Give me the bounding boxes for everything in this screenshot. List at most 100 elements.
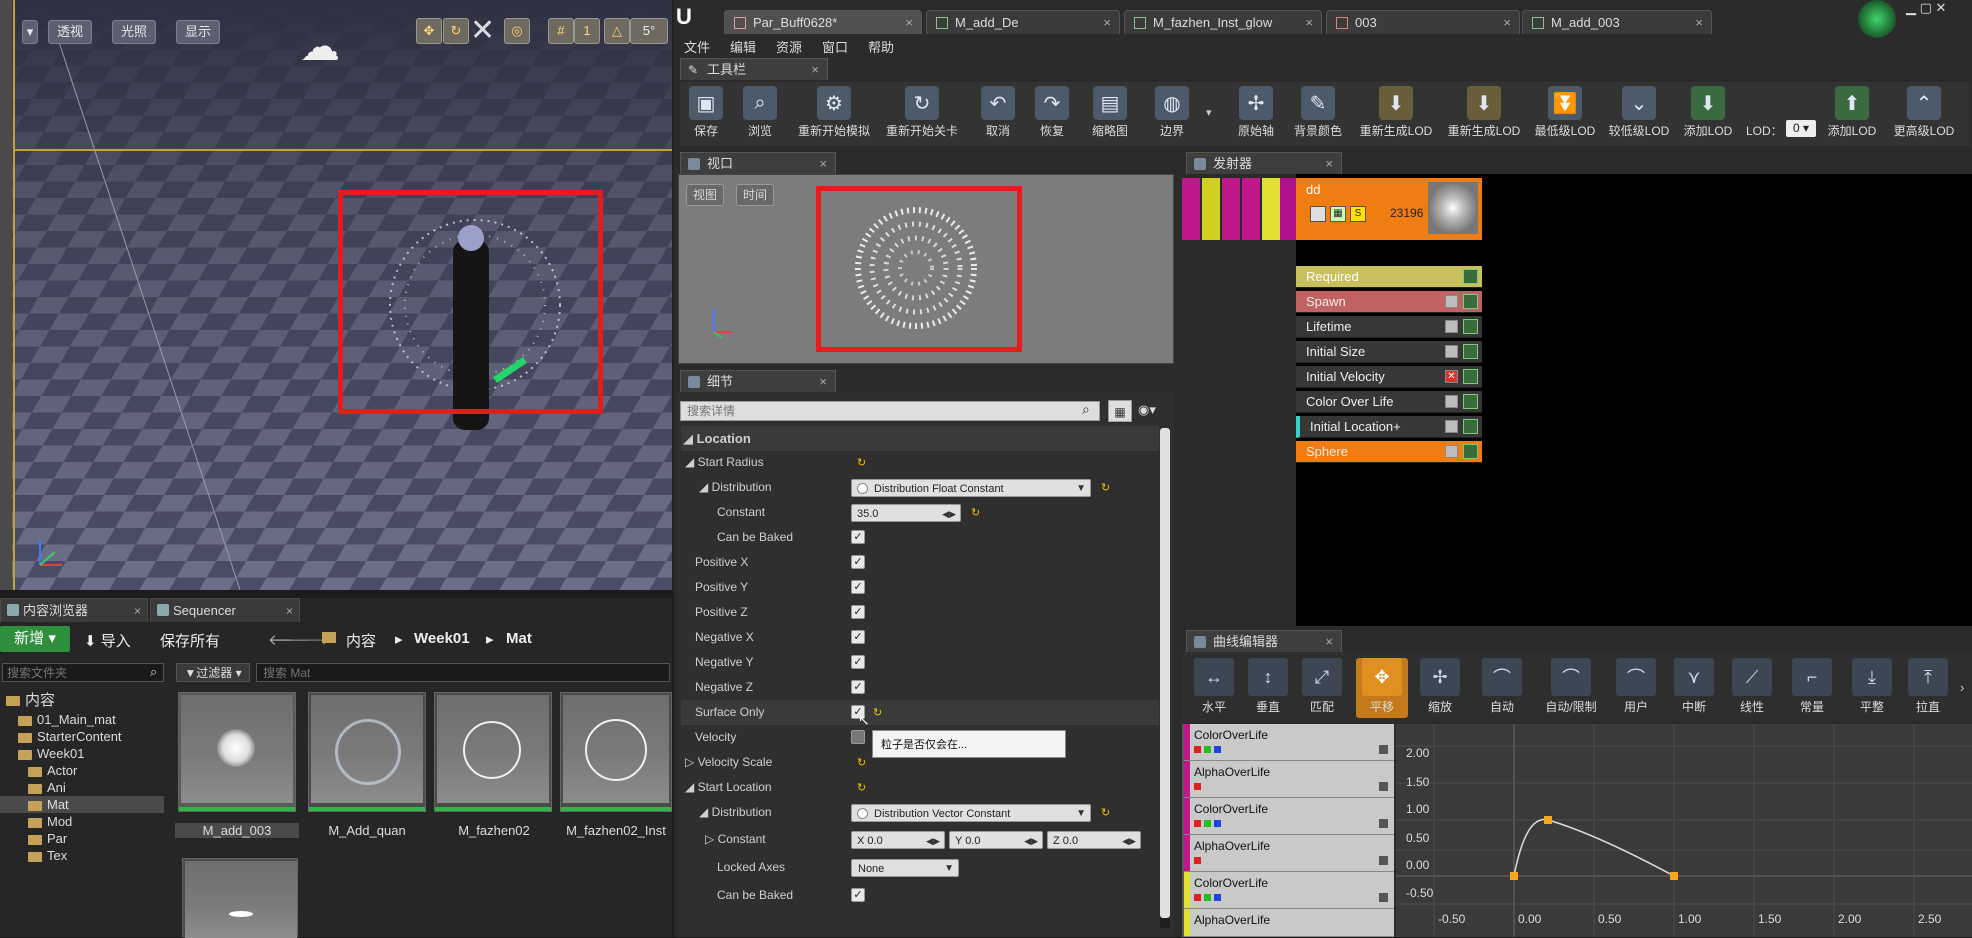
thumbnail-button[interactable]: ▤ 缩略图: [1086, 86, 1134, 144]
folder-mod[interactable]: Mod: [28, 813, 72, 830]
asset-tile[interactable]: [434, 692, 552, 812]
tab-emitters[interactable]: 发射器 ×: [1186, 152, 1342, 174]
higher-lod-button[interactable]: ⌃ 更高级LOD: [1888, 86, 1960, 144]
curve-item-alpha-over-life[interactable]: AlphaOverLife: [1184, 835, 1394, 872]
tab-toolbar[interactable]: ✎ 工具栏 ×: [680, 58, 828, 80]
positive-y-checkbox[interactable]: ✓: [851, 580, 865, 594]
module-lifetime[interactable]: Lifetime: [1296, 316, 1482, 338]
save-button[interactable]: ▣ 保存: [686, 86, 726, 144]
folder-01-main-mat[interactable]: 01_Main_mat: [18, 711, 116, 728]
toolbar-overflow-icon[interactable]: ›: [1960, 680, 1964, 695]
doc-tab-par-buff[interactable]: Par_Buff0628* ×: [724, 10, 922, 34]
curve-fit-all-button[interactable]: ⤢ 匹配: [1296, 658, 1348, 718]
reset-icon[interactable]: ↻: [1101, 806, 1110, 819]
curve-linear-button[interactable]: ⟋ 线性: [1726, 658, 1778, 718]
grid-snap-icon[interactable]: #: [548, 18, 574, 44]
emitter-solo-button[interactable]: S: [1350, 206, 1366, 222]
emitter-render-mode-icon[interactable]: ▦: [1330, 206, 1346, 222]
doc-tab-003[interactable]: 003 ×: [1326, 10, 1520, 34]
locked-axes-dropdown[interactable]: None ▼: [851, 859, 959, 877]
module-sphere[interactable]: Sphere: [1296, 441, 1482, 463]
restart-level-button[interactable]: ↻ 重新开始关卡: [882, 86, 962, 144]
distribution-float-dropdown[interactable]: Distribution Float Constant ▼: [851, 479, 1091, 497]
module-initial-size[interactable]: Initial Size: [1296, 341, 1482, 363]
module-initial-velocity[interactable]: Initial Velocity ✕: [1296, 366, 1482, 388]
restart-sim-button[interactable]: ⚙ 重新开始模拟: [794, 86, 874, 144]
folder-actor[interactable]: Actor: [28, 762, 77, 779]
world-local-icon[interactable]: ◎: [504, 18, 530, 44]
close-icon[interactable]: ×: [286, 599, 293, 623]
grid-view-icon[interactable]: ▦: [1108, 400, 1132, 422]
curve-item-alpha-over-life[interactable]: AlphaOverLife: [1184, 909, 1394, 937]
browse-button[interactable]: ⌕ 浏览: [738, 86, 782, 144]
module-initial-location[interactable]: Initial Location+: [1296, 416, 1482, 438]
window-controls-icon[interactable]: ▁ ▢ ✕: [1906, 0, 1946, 16]
y-input[interactable]: Y 0.0 ◀▶: [949, 831, 1043, 849]
reset-icon[interactable]: ↻: [1101, 481, 1110, 494]
reset-icon[interactable]: ↻: [857, 781, 866, 794]
curve-item-color-over-life[interactable]: ColorOverLife: [1184, 798, 1394, 835]
curve-constant-button[interactable]: ⌐ 常量: [1786, 658, 1838, 718]
asset-search-input[interactable]: [256, 663, 670, 682]
bounds-button[interactable]: ◍ 边界: [1150, 86, 1194, 144]
move-tool-icon[interactable]: ✥: [416, 18, 442, 44]
breadcrumb-week01[interactable]: Week01: [414, 630, 470, 647]
negative-z-checkbox[interactable]: ✓: [851, 680, 865, 694]
menu-window[interactable]: 窗口: [822, 37, 848, 56]
folder-par[interactable]: Par: [28, 830, 67, 847]
rotate-tool-icon[interactable]: ↻: [443, 18, 469, 44]
close-icon[interactable]: ×: [134, 599, 141, 623]
doc-tab-m-add-de[interactable]: M_add_De ×: [926, 10, 1120, 34]
distribution-vector-dropdown[interactable]: Distribution Vector Constant ▼: [851, 804, 1091, 822]
view-button[interactable]: 视图: [686, 184, 724, 206]
add-lod-button[interactable]: ⬇ 添加LOD: [1678, 86, 1738, 144]
positive-z-checkbox[interactable]: ✓: [851, 605, 865, 619]
constant-input[interactable]: 35.0 ◀▶: [851, 504, 961, 522]
emitter-enable-checkbox[interactable]: [1310, 206, 1326, 222]
module-required[interactable]: Required: [1296, 266, 1482, 288]
emitter-header[interactable]: dd ▦ S 23196: [1296, 178, 1482, 240]
curve-user-button[interactable]: ⌒ 用户: [1610, 658, 1662, 718]
add-new-button[interactable]: 新增 ▾: [0, 626, 70, 652]
menu-asset[interactable]: 资源: [776, 37, 802, 56]
perspective-button[interactable]: 透视: [48, 20, 93, 44]
tab-content-browser[interactable]: 内容浏览器 ×: [0, 598, 148, 622]
bg-color-button[interactable]: ✎ 背景颜色: [1290, 86, 1346, 144]
folder-startercontent[interactable]: StarterContent: [18, 728, 122, 745]
breadcrumb-content[interactable]: 内容: [346, 630, 376, 651]
bounds-dropdown-icon[interactable]: ▾: [1206, 106, 1212, 119]
add-lod-button-2[interactable]: ⬆ 添加LOD: [1822, 86, 1882, 144]
doc-tab-m-add-003[interactable]: M_add_003 ×: [1522, 10, 1712, 34]
details-scrollbar[interactable]: [1160, 428, 1170, 928]
can-be-baked-checkbox-2[interactable]: ✓: [851, 888, 865, 902]
curve-fit-vertical-button[interactable]: ↕ 垂直: [1242, 658, 1294, 718]
rotation-snap-value[interactable]: 5°: [630, 18, 668, 44]
folder-mat[interactable]: Mat: [0, 796, 164, 813]
regen-lod-button-2[interactable]: ⬇ 重新生成LOD: [1444, 86, 1524, 144]
level-viewport[interactable]: ☁ ✕ ▾ 透视 光照 显示 ✥ ↻ ◎ # 1 △ 5°: [0, 0, 674, 590]
filter-button[interactable]: ▼过滤器 ▾: [176, 663, 250, 682]
import-button[interactable]: ⬇ 导入: [84, 630, 131, 651]
velocity-checkbox[interactable]: [851, 730, 865, 744]
menu-edit[interactable]: 编辑: [730, 37, 756, 56]
curve-zoom-button[interactable]: ✢ 缩放: [1414, 658, 1466, 718]
module-spawn[interactable]: Spawn: [1296, 291, 1482, 313]
folder-ani[interactable]: Ani: [28, 779, 66, 796]
save-all-button[interactable]: 保存所有: [160, 630, 220, 651]
curve-auto-clamped-button[interactable]: ⌒ 自动/限制: [1540, 658, 1602, 718]
lod-value-field[interactable]: 0 ▾: [1786, 120, 1816, 137]
menu-file[interactable]: 文件: [684, 37, 710, 56]
reset-icon[interactable]: ↻: [857, 756, 866, 769]
undo-button[interactable]: ↶ 取消: [978, 86, 1018, 144]
doc-tab-m-fazhen-inst-glow[interactable]: M_fazhen_Inst_glow ×: [1124, 10, 1322, 34]
asset-tile[interactable]: [182, 858, 298, 938]
curve-item-alpha-over-life[interactable]: AlphaOverLife: [1184, 761, 1394, 798]
reset-icon[interactable]: ↻: [857, 456, 866, 469]
curve-straighten-button[interactable]: ⤒ 拉直: [1902, 658, 1954, 718]
eye-visibility-icon[interactable]: ◉▾: [1138, 402, 1156, 418]
folder-search-input[interactable]: [2, 663, 164, 682]
lowest-lod-button[interactable]: ⏬ 最低级LOD: [1530, 86, 1600, 144]
show-button[interactable]: 显示: [176, 20, 221, 44]
asset-tile[interactable]: [178, 692, 296, 812]
viewport-options-button[interactable]: ▾: [22, 20, 38, 44]
